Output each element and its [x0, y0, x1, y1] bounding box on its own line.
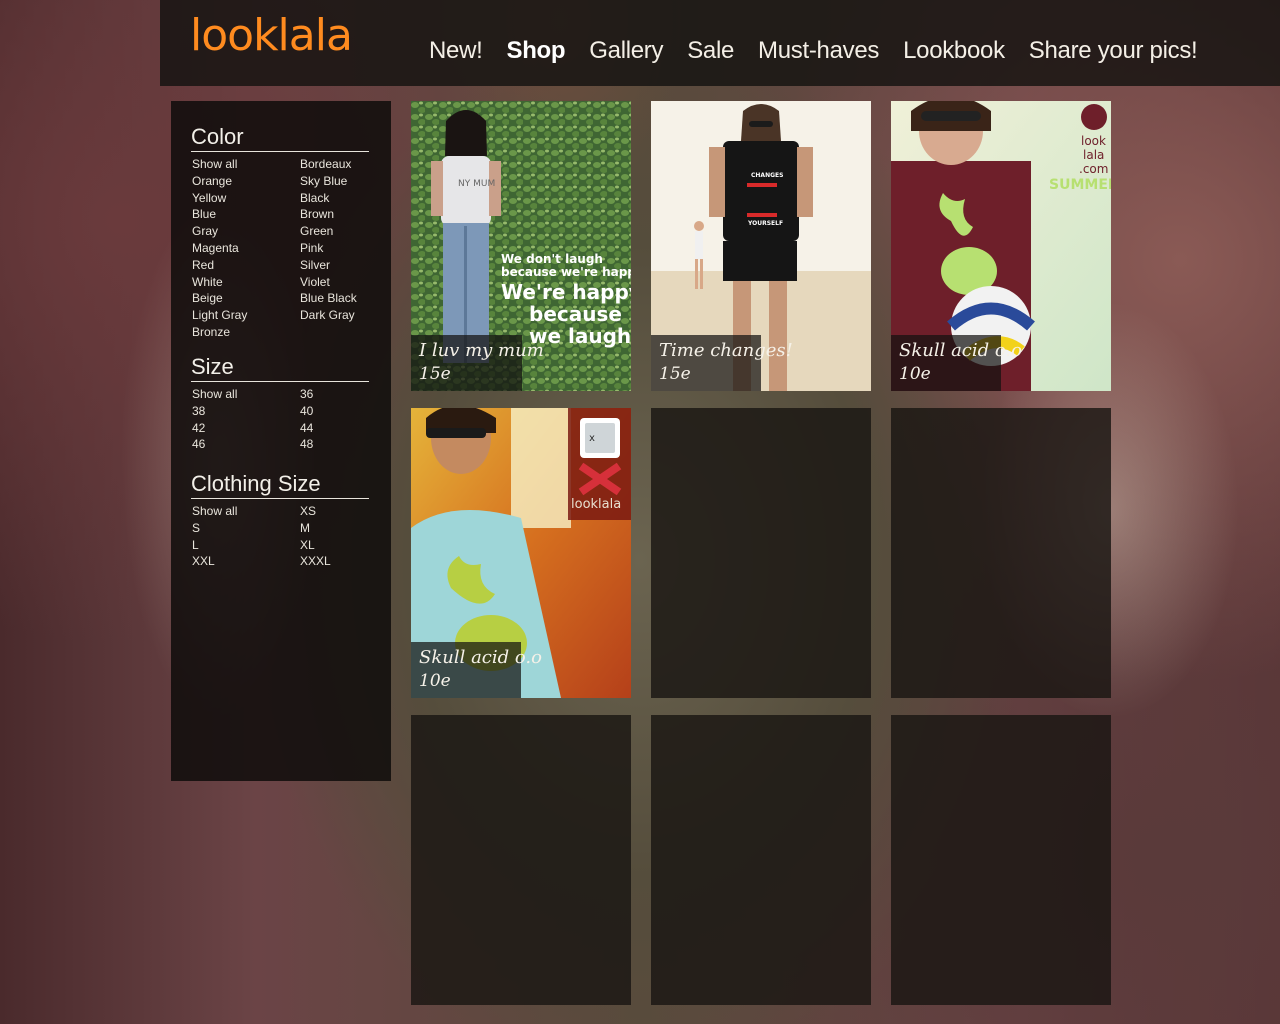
nav-item-lookbook[interactable]: Lookbook [903, 34, 1005, 68]
clothing-size-filter-option[interactable]: XXL [191, 553, 299, 570]
product-price: 15e [659, 364, 691, 384]
color-filter-option[interactable]: Dark Gray [299, 307, 369, 324]
product-name: Time changes! [659, 340, 793, 361]
product-card[interactable]: x looklala Skull acid o.o 10e [411, 408, 631, 698]
size-filter-option[interactable]: Show all [191, 386, 299, 403]
overlay-line: because we're happy. [501, 265, 631, 279]
product-price: 10e [419, 671, 451, 691]
site-logo[interactable]: looklala [190, 10, 353, 61]
overlay-line: We don't laugh [501, 252, 603, 266]
size-filter-option[interactable]: 48 [299, 436, 369, 453]
clothing-size-options: Show all XS S M L XL XXL XXXL [191, 503, 369, 570]
color-filter-option[interactable]: Pink [299, 240, 369, 257]
nav-item-sale[interactable]: Sale [687, 34, 734, 68]
nav-item-shop[interactable]: Shop [506, 34, 565, 68]
product-name: I luv my mum [419, 340, 544, 361]
product-caption: I luv my mum 15e [411, 335, 544, 391]
color-filter-option[interactable]: White [191, 274, 299, 291]
nav-item-gallery[interactable]: Gallery [589, 34, 663, 68]
color-filter-option[interactable]: Brown [299, 206, 369, 223]
product-price: 10e [899, 364, 931, 384]
nav-item-new[interactable]: New! [429, 34, 483, 68]
empty-product-slot [891, 715, 1111, 1005]
empty-product-slot [891, 408, 1111, 698]
color-filter-option[interactable]: Blue [191, 206, 299, 223]
size-options: Show all 36 38 40 42 44 46 48 [191, 386, 369, 453]
shirt-print: NY MUM [458, 179, 495, 189]
main-nav: New! Shop Gallery Sale Must-haves Lookbo… [429, 34, 1221, 68]
size-filter: Size Show all 36 38 40 42 44 46 48 [191, 353, 369, 453]
nav-item-must-haves[interactable]: Must-haves [758, 34, 879, 68]
size-filter-option[interactable]: 44 [299, 420, 369, 437]
size-filter-option[interactable]: 36 [299, 386, 369, 403]
clothing-size-filter-title: Clothing Size [191, 470, 369, 499]
size-filter-title: Size [191, 353, 369, 382]
color-options: Show all Bordeaux Orange Sky Blue Yellow Blac… [191, 156, 369, 341]
product-name: Skull acid o.o [899, 340, 1022, 361]
color-filter-option[interactable]: Red [191, 257, 299, 274]
clothing-size-filter: Clothing Size Show all XS S M L XL XXL XXXL [191, 470, 369, 570]
color-filter-option[interactable]: Magenta [191, 240, 299, 257]
clothing-size-filter-option[interactable]: S [191, 520, 299, 537]
color-filter-title: Color [191, 123, 369, 152]
product-caption: Time changes! 15e [651, 335, 793, 391]
clothing-size-filter-option[interactable]: XL [299, 537, 369, 554]
color-filter-option[interactable]: Black [299, 190, 369, 207]
filter-sidebar: Color Show all Bordeaux Orange Sky Blue Yell… [171, 101, 391, 781]
season-tag: SUMMER'10 [1049, 177, 1111, 193]
size-filter-option[interactable]: 46 [191, 436, 299, 453]
brand-badge: looklala [571, 497, 621, 512]
clothing-size-filter-option[interactable]: XS [299, 503, 369, 520]
overlay-line: we laugh. [529, 324, 631, 348]
clothing-size-filter-option[interactable]: L [191, 537, 299, 554]
overlay-line: because [529, 302, 622, 326]
empty-product-slot [651, 715, 871, 1005]
color-filter-option[interactable]: Light Gray [191, 307, 299, 324]
color-filter-option[interactable]: Bordeaux [299, 156, 369, 173]
color-filter: Color Show all Bordeaux Orange Sky Blue Yell… [191, 123, 369, 341]
nav-item-share-pics[interactable]: Share your pics! [1029, 34, 1198, 68]
overlay-line: We're happy [501, 280, 631, 304]
shirt-print: YOURSELF [747, 220, 783, 227]
clothing-size-filter-option[interactable]: Show all [191, 503, 299, 520]
color-filter-option[interactable]: Blue Black [299, 290, 369, 307]
product-card[interactable]: NY MUM We don't laugh because we're happ… [411, 101, 631, 391]
empty-product-slot [411, 715, 631, 1005]
color-filter-option[interactable]: Silver [299, 257, 369, 274]
product-card[interactable]: look lala .com SUMMER'10 Skull acid o.o … [891, 101, 1111, 391]
svg-text:x: x [589, 433, 595, 444]
product-card[interactable]: CHANGES YOURSELF Time changes! 15e [651, 101, 871, 391]
size-filter-option[interactable]: 40 [299, 403, 369, 420]
empty-product-slot [651, 408, 871, 698]
site-header: looklala New! Shop Gallery Sale Must-hav… [160, 0, 1280, 86]
product-caption: Skull acid o.o 10e [411, 642, 542, 698]
product-price: 15e [419, 364, 451, 384]
color-filter-option[interactable]: Show all [191, 156, 299, 173]
color-filter-option[interactable]: Violet [299, 274, 369, 291]
clothing-size-filter-option[interactable]: M [299, 520, 369, 537]
size-filter-option[interactable]: 38 [191, 403, 299, 420]
brand-badge-line: look [1081, 134, 1106, 148]
color-filter-option[interactable]: Yellow [191, 190, 299, 207]
color-filter-option[interactable]: Bronze [191, 324, 299, 341]
product-caption: Skull acid o.o 10e [891, 335, 1022, 391]
color-filter-option[interactable]: Beige [191, 290, 299, 307]
color-filter-option[interactable]: Green [299, 223, 369, 240]
size-filter-option[interactable]: 42 [191, 420, 299, 437]
color-filter-option[interactable]: Sky Blue [299, 173, 369, 190]
color-filter-option[interactable]: Orange [191, 173, 299, 190]
clothing-size-filter-option[interactable]: XXXL [299, 553, 369, 570]
shirt-print: CHANGES [751, 172, 783, 179]
brand-badge-line: .com [1079, 162, 1108, 176]
brand-badge-line: lala [1083, 148, 1104, 162]
color-filter-option[interactable]: Gray [191, 223, 299, 240]
product-name: Skull acid o.o [419, 647, 542, 668]
